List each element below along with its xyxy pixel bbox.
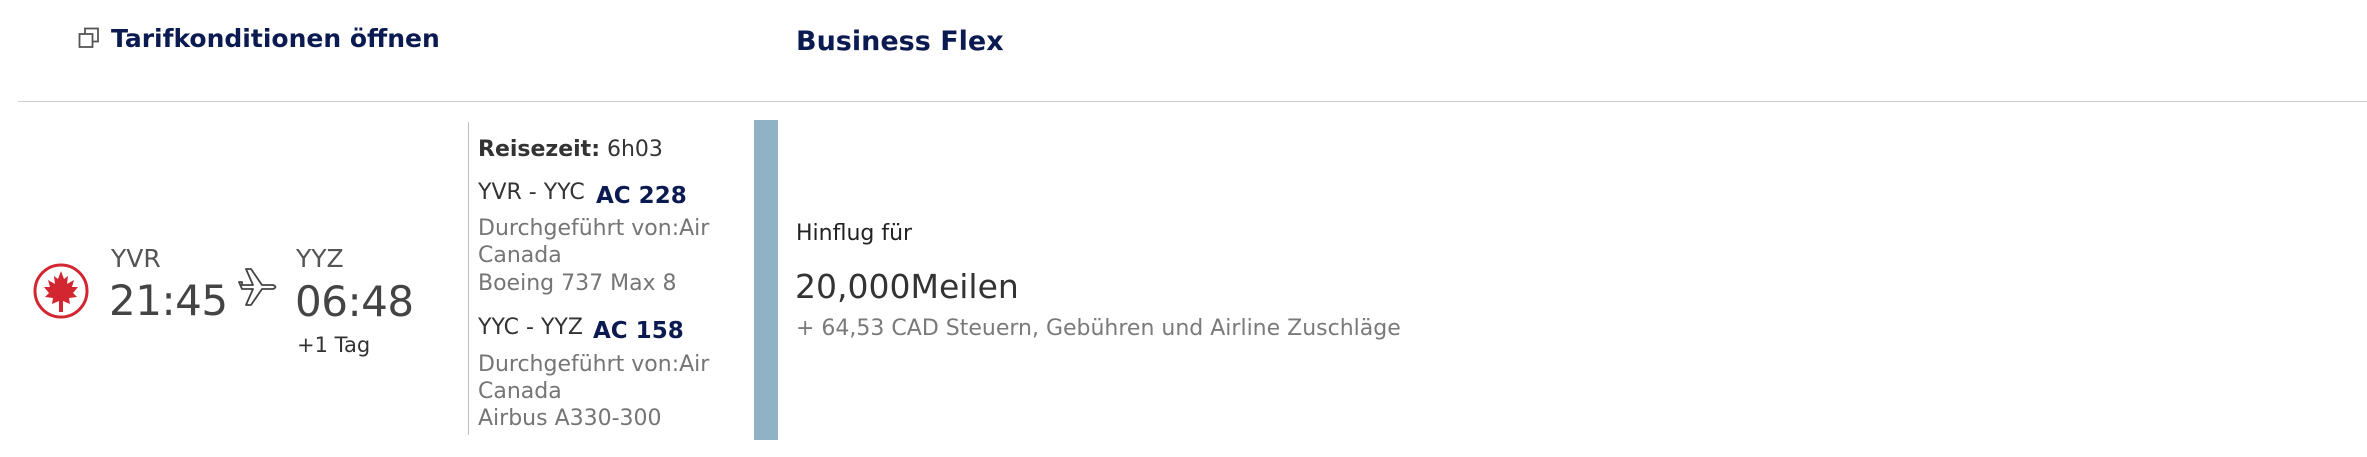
- segment-route: YVR - YYC: [478, 180, 585, 205]
- fare-selection-bar[interactable]: [754, 120, 778, 440]
- travel-time-label: Reisezeit:: [478, 137, 600, 162]
- miles-price[interactable]: 20,000Meilen: [795, 267, 1019, 306]
- segment-operated-by: Durchgeführt von:Air: [478, 216, 710, 241]
- open-external-icon[interactable]: [78, 27, 100, 49]
- departure-airport-code: YVR: [111, 244, 161, 273]
- tarif-conditions-link[interactable]: Tarifkonditionen öffnen: [111, 24, 440, 53]
- segment-flight-number[interactable]: AC 158: [593, 318, 684, 344]
- segment-aircraft: Boeing 737 Max 8: [478, 271, 677, 296]
- arrival-day-offset: +1 Tag: [297, 333, 371, 357]
- segment-operator-name: Canada: [478, 379, 562, 404]
- segment-aircraft: Airbus A330-300: [478, 406, 662, 431]
- travel-time: Reisezeit: 6h03: [478, 137, 663, 162]
- air-canada-logo-icon: [33, 263, 89, 319]
- arrival-airport-code: YYZ: [296, 244, 344, 273]
- segment-route: YYC - YYZ: [478, 315, 583, 340]
- details-left-border: [468, 122, 469, 435]
- fare-name-heading: Business Flex: [796, 26, 1004, 57]
- airplane-icon: [238, 268, 277, 306]
- segment-operated-by: Durchgeführt von:Air: [478, 352, 710, 377]
- taxes-fees-note: + 64,53 CAD Steuern, Gebühren und Airlin…: [796, 316, 1401, 341]
- segment-operator-name: Canada: [478, 243, 562, 268]
- travel-time-value: 6h03: [600, 137, 663, 162]
- header-divider: [18, 101, 2367, 102]
- arrival-time: 06:48: [295, 277, 414, 326]
- departure-time: 21:45: [109, 276, 228, 325]
- segment-flight-number[interactable]: AC 228: [596, 183, 687, 209]
- outbound-label: Hinflug für: [796, 221, 913, 246]
